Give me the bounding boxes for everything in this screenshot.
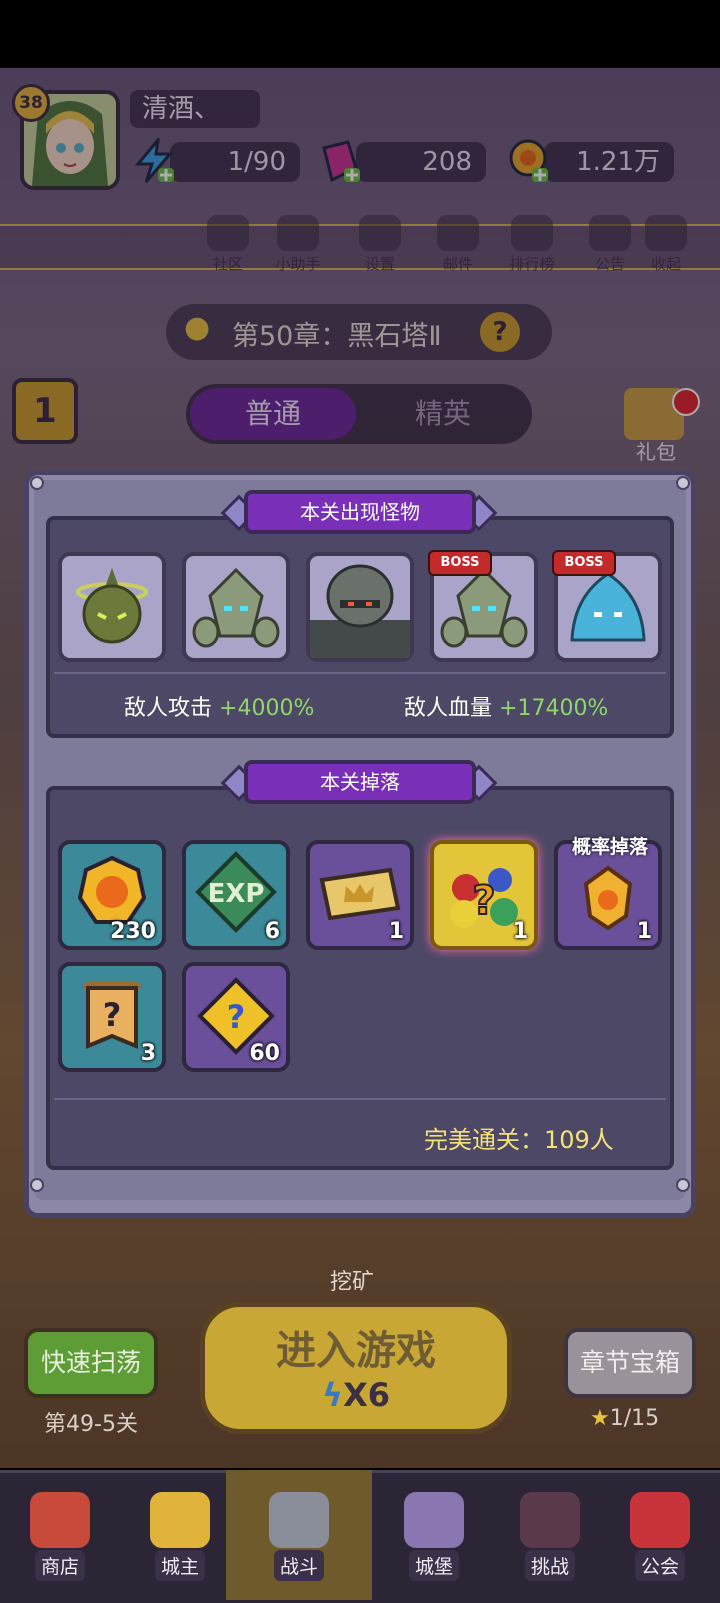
drop-slot-scroll[interactable]: ? 3: [58, 962, 166, 1072]
lightning-icon: ϟ: [321, 1376, 344, 1414]
divider: [54, 672, 666, 674]
svg-text:?: ?: [472, 878, 495, 924]
rivet: [30, 476, 44, 490]
chapter-chest-button[interactable]: 章节宝箱: [564, 1328, 696, 1398]
tab-challenge[interactable]: 挑战: [490, 1470, 610, 1600]
stone-golem-icon: [192, 567, 280, 648]
monster-slot-boss[interactable]: BOSS: [552, 550, 662, 662]
svg-text:?: ?: [103, 996, 122, 1034]
crown-icon: [150, 1492, 210, 1548]
chance-drop-tag: 概率掉落: [571, 836, 648, 858]
monster-slot[interactable]: [306, 552, 414, 662]
divider: [54, 1098, 666, 1100]
enter-game-label: 进入游戏: [276, 1328, 436, 1374]
guild-banner-icon: [630, 1492, 690, 1548]
svg-text:?: ?: [227, 998, 246, 1036]
shop-icon: [30, 1492, 90, 1548]
monster-slot-boss[interactable]: BOSS: [428, 550, 538, 662]
halo-goblin-icon: [76, 568, 148, 644]
rivet: [676, 1178, 690, 1192]
boss-badge: BOSS: [428, 550, 492, 576]
tab-shop[interactable]: 商店: [0, 1470, 120, 1600]
castle-icon: [404, 1492, 464, 1548]
drop-slot-ticket[interactable]: 1: [306, 840, 414, 950]
rivet: [30, 1178, 44, 1192]
tab-guild[interactable]: 公会: [600, 1470, 720, 1600]
quick-sweep-button[interactable]: 快速扫荡: [24, 1328, 158, 1398]
enemy-attack-stat: 敌人攻击 +4000%: [124, 696, 315, 721]
crossed-swords-icon: [269, 1492, 329, 1548]
rivet: [676, 476, 690, 490]
sweep-stage-label: 第49-5关: [44, 1412, 138, 1437]
enter-game-cost: ϟX6: [321, 1376, 391, 1414]
monsters-title: 本关出现怪物: [244, 490, 476, 534]
monster-slot[interactable]: [182, 552, 290, 662]
enemy-hp-stat: 敌人血量 +17400%: [404, 696, 609, 721]
tab-battle[interactable]: 战斗: [226, 1470, 372, 1600]
perfect-clear-count: 完美通关：109人: [424, 1126, 614, 1154]
boss-badge: BOSS: [552, 550, 616, 576]
drop-slot-gold[interactable]: 230: [58, 840, 166, 950]
drop-slot-exp[interactable]: EXP 6: [182, 840, 290, 950]
tab-castle[interactable]: 城堡: [374, 1470, 494, 1600]
drops-title: 本关掉落: [244, 760, 476, 804]
drop-slot-gems[interactable]: ? 1: [430, 840, 538, 950]
tab-lord[interactable]: 城主: [120, 1470, 240, 1600]
drop-slot-puzzle[interactable]: ? 60: [182, 962, 290, 1072]
demon-icon: [520, 1492, 580, 1548]
star-icon: ★: [590, 1406, 610, 1431]
svg-text:EXP: EXP: [208, 879, 265, 909]
chest-progress: ★1/15: [590, 1406, 660, 1431]
monster-slot[interactable]: [58, 552, 166, 662]
drop-slot-crystal[interactable]: 概率掉落 1: [554, 836, 662, 950]
armored-knight-icon: [310, 564, 410, 658]
mine-label[interactable]: 挖矿: [330, 1264, 374, 1296]
